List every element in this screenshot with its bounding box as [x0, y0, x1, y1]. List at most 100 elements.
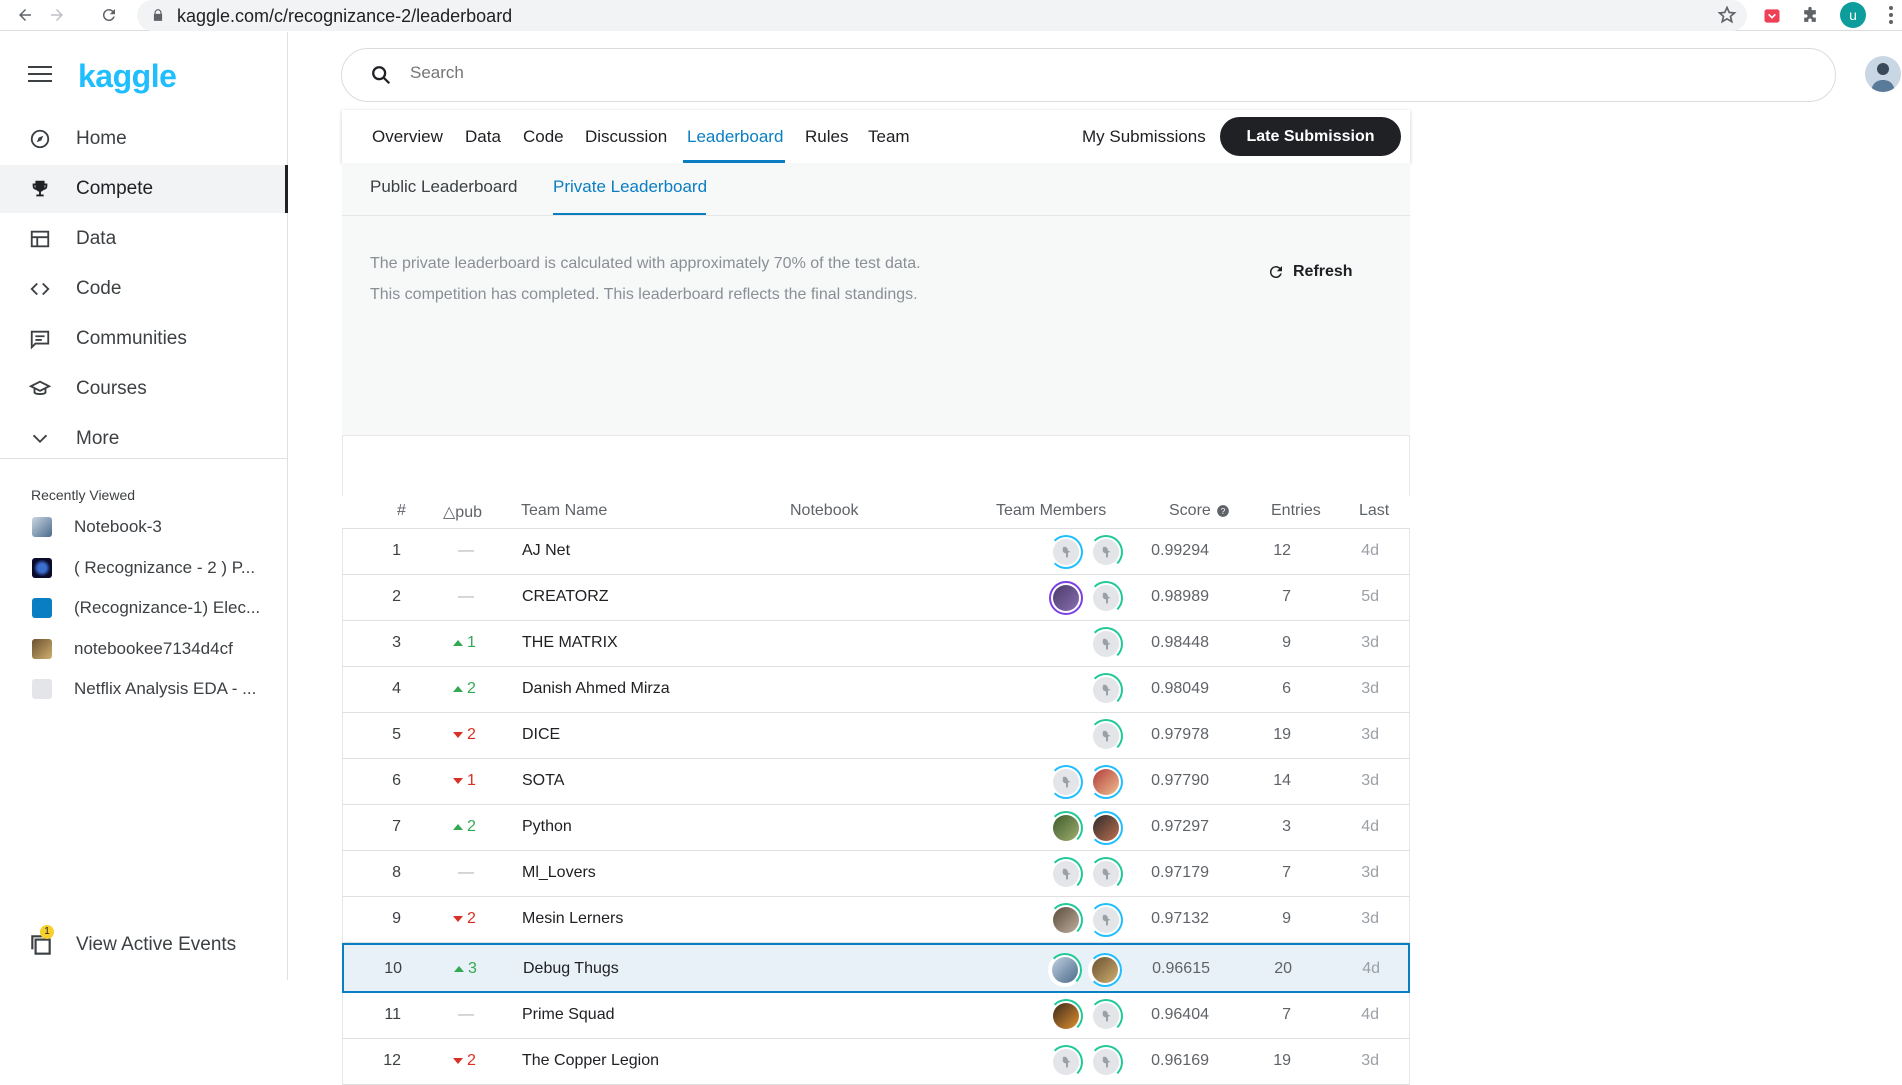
team-member-avatar[interactable]: [1048, 953, 1082, 987]
header-last[interactable]: Last: [1359, 502, 1389, 520]
puzzle-extensions-icon[interactable]: [1798, 4, 1822, 28]
browser-profile-avatar[interactable]: u: [1840, 2, 1866, 28]
kaggle-logo[interactable]: kaggle: [78, 58, 177, 95]
tab-overview[interactable]: Overview: [372, 127, 443, 147]
table-row-own-team[interactable]: 10 3 Debug Thugs 0.96615 20 4d: [342, 943, 1410, 997]
header-team-name[interactable]: Team Name: [521, 502, 607, 520]
graduation-cap-icon: [28, 377, 52, 401]
forward-arrow-icon[interactable]: [44, 2, 70, 28]
team-name[interactable]: SOTA: [522, 772, 564, 790]
hamburger-menu-icon[interactable]: [28, 66, 52, 84]
team-member-avatar[interactable]: [1049, 903, 1083, 937]
table-row[interactable]: 12 2 The Copper Legion 0.96169 19 3d: [342, 1039, 1410, 1085]
view-active-events[interactable]: 1 View Active Events: [0, 921, 288, 969]
recent-item[interactable]: Notebook-3: [0, 507, 288, 547]
score: 0.99294: [1151, 542, 1209, 559]
sidebar-item-courses[interactable]: Courses: [0, 365, 288, 413]
team-member-avatar[interactable]: [1089, 627, 1123, 661]
search-input[interactable]: [410, 63, 1210, 83]
tab-private-leaderboard[interactable]: Private Leaderboard: [553, 177, 707, 197]
team-member-avatar[interactable]: [1049, 811, 1083, 845]
table-row[interactable]: 9 2 Mesin Lerners 0.97132 9 3d: [342, 897, 1410, 943]
team-member-avatar[interactable]: [1089, 535, 1123, 569]
team-member-avatar[interactable]: [1049, 535, 1083, 569]
team-name[interactable]: THE MATRIX: [522, 634, 618, 652]
team-name[interactable]: Python: [522, 818, 572, 836]
tab-leaderboard[interactable]: Leaderboard: [687, 127, 783, 147]
extension-pocket-icon[interactable]: [1760, 4, 1784, 28]
search-bar[interactable]: [341, 48, 1836, 102]
team-name[interactable]: Prime Squad: [522, 1006, 615, 1024]
team-member-avatar[interactable]: [1088, 953, 1122, 987]
header-team-members: Team Members: [996, 502, 1107, 519]
tab-team[interactable]: Team: [868, 127, 910, 147]
header-entries[interactable]: Entries: [1271, 502, 1321, 520]
sidebar-item-code[interactable]: Code: [0, 265, 288, 313]
recent-item[interactable]: notebookee7134d4cf: [0, 629, 288, 669]
table-row[interactable]: 11 — Prime Squad 0.96404 7 4d: [342, 993, 1410, 1039]
user-avatar[interactable]: [1865, 56, 1901, 92]
table-row[interactable]: 1 — AJ Net 0.99294 12 4d: [342, 529, 1410, 575]
last-submission: 3d: [1361, 772, 1379, 789]
team-member-avatar[interactable]: [1089, 1045, 1123, 1079]
table-row[interactable]: 2 — CREATORZ 0.98989 7 5d: [342, 575, 1410, 621]
header-rank[interactable]: #: [397, 502, 406, 520]
team-members: [1089, 627, 1123, 661]
team-member-avatar[interactable]: [1049, 1045, 1083, 1079]
refresh-button[interactable]: Refresh: [1267, 263, 1353, 281]
last-submission: 3d: [1361, 1052, 1379, 1069]
header-delta-public[interactable]: △pub: [443, 502, 482, 522]
team-name[interactable]: CREATORZ: [522, 588, 609, 606]
team-member-avatar[interactable]: [1089, 999, 1123, 1033]
browser-menu-icon[interactable]: [1886, 5, 1896, 25]
team-member-avatar[interactable]: [1089, 903, 1123, 937]
team-name[interactable]: AJ Net: [522, 542, 570, 560]
arrow-up-icon: [453, 640, 463, 646]
recent-item[interactable]: Netflix Analysis EDA - ...: [0, 669, 288, 709]
late-submission-button[interactable]: Late Submission: [1220, 117, 1401, 156]
my-submissions-link[interactable]: My Submissions: [1082, 127, 1206, 147]
team-member-avatar[interactable]: [1089, 811, 1123, 845]
team-member-avatar[interactable]: [1089, 719, 1123, 753]
reload-icon[interactable]: [96, 2, 122, 28]
table-row[interactable]: 5 2 DICE 0.97978 19 3d: [342, 713, 1410, 759]
tab-discussion[interactable]: Discussion: [585, 127, 667, 147]
sidebar-item-more[interactable]: More: [0, 415, 288, 463]
sidebar-item-home[interactable]: Home: [0, 115, 288, 163]
team-member-avatar[interactable]: [1049, 999, 1083, 1033]
recent-item[interactable]: ( Recognizance - 2 ) P...: [0, 548, 288, 588]
team-name[interactable]: The Copper Legion: [522, 1052, 659, 1070]
tab-public-leaderboard[interactable]: Public Leaderboard: [370, 177, 517, 197]
tab-data[interactable]: Data: [465, 127, 501, 147]
team-name[interactable]: Danish Ahmed Mirza: [522, 680, 670, 698]
team-name[interactable]: Mesin Lerners: [522, 910, 623, 928]
sidebar-item-data[interactable]: Data: [0, 215, 288, 263]
team-member-avatar[interactable]: [1089, 673, 1123, 707]
bookmark-star-icon[interactable]: [1717, 5, 1737, 25]
spacer: [342, 436, 1410, 496]
table-row[interactable]: 8 — Ml_Lovers 0.97179 7 3d: [342, 851, 1410, 897]
tab-code[interactable]: Code: [523, 127, 564, 147]
recent-item[interactable]: (Recognizance-1) Elec...: [0, 588, 288, 628]
sidebar-item-communities[interactable]: Communities: [0, 315, 288, 363]
table-row[interactable]: 6 1 SOTA 0.97790 14 3d: [342, 759, 1410, 805]
sidebar-item-compete[interactable]: Compete: [0, 165, 288, 213]
address-bar[interactable]: kaggle.com/c/recognizance-2/leaderboard: [137, 0, 1747, 31]
help-icon[interactable]: ?: [1216, 504, 1230, 518]
team-name[interactable]: DICE: [522, 726, 560, 744]
back-arrow-icon[interactable]: [12, 2, 38, 28]
team-member-avatar[interactable]: [1049, 857, 1083, 891]
team-member-avatar[interactable]: [1049, 581, 1083, 615]
team-member-avatar[interactable]: [1089, 857, 1123, 891]
sidebar-item-label: Data: [76, 228, 117, 249]
team-member-avatar[interactable]: [1049, 765, 1083, 799]
team-name[interactable]: Debug Thugs: [523, 960, 619, 978]
table-row[interactable]: 3 1 THE MATRIX 0.98448 9 3d: [342, 621, 1410, 667]
team-member-avatar[interactable]: [1089, 581, 1123, 615]
tab-rules[interactable]: Rules: [805, 127, 848, 147]
table-row[interactable]: 4 2 Danish Ahmed Mirza 0.98049 6 3d: [342, 667, 1410, 713]
table-row[interactable]: 7 2 Python 0.97297 3 4d: [342, 805, 1410, 851]
team-member-avatar[interactable]: [1089, 765, 1123, 799]
header-score[interactable]: Score ?: [1169, 502, 1230, 520]
team-name[interactable]: Ml_Lovers: [522, 864, 596, 882]
